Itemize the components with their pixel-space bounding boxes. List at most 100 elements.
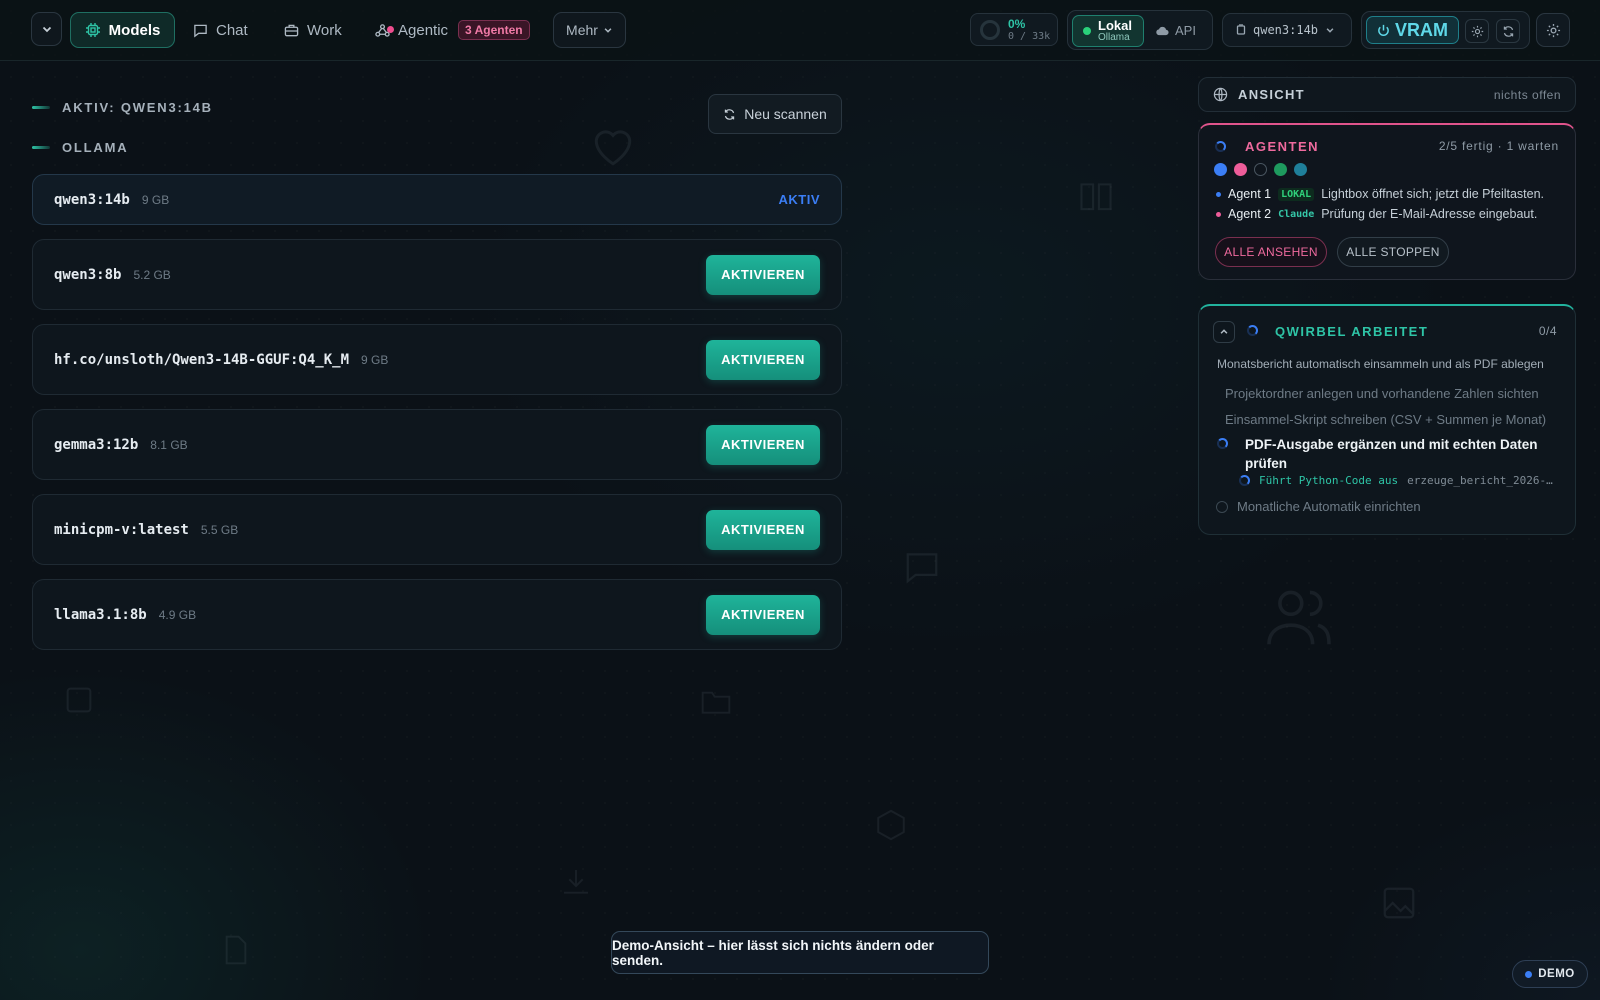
power-icon [1378,24,1389,36]
model-size: 8.1 GB [150,437,188,452]
top-bar: Models Chat Work Agentic 3 Agenten Mehr … [0,0,1600,61]
model-chip-icon [1236,24,1246,35]
gear-icon [1546,23,1560,37]
vram-settings-button[interactable] [1465,19,1489,43]
agent-name: Agent 1 [1228,187,1272,201]
rescan-button[interactable]: Neu scannen [708,94,842,134]
model-name: gemma3:12b [54,436,139,453]
refresh-icon [725,108,735,120]
step-spinner-icon [1217,438,1228,449]
tab-models-label: Models [108,21,161,39]
model-size: 9 GB [361,352,389,367]
chevron-up-icon [1220,329,1228,334]
chat-icon [194,24,207,37]
task-step-active: PDF-Ausgabe ergänzen und mit echten Date… [1245,437,1538,471]
vram-controls: VRAM [1361,11,1530,49]
current-action-file: erzeuge_bericht_2026-… [1407,474,1553,487]
agent-status-dot[interactable] [1294,163,1307,176]
model-select-value: qwen3:14b [1253,23,1319,37]
provider-heading: OLLAMA [32,140,128,155]
agent-message: Lightbox öffnet sich; jetzt die Pfeiltas… [1321,187,1545,201]
agent-bullet [1216,211,1221,217]
model-name: minicpm-v:latest [54,521,189,538]
model-name: qwen3:8b [54,266,122,283]
activate-button[interactable]: AKTIVIEREN [706,509,820,550]
stop-all-agents-button[interactable]: ALLE STOPPEN [1337,237,1449,267]
agent-row[interactable]: Agent 2 Claude Prüfung der E-Mail-Adress… [1216,207,1537,221]
chip-icon [85,23,100,37]
model-name: qwen3:14b [54,191,130,208]
mode-api-button[interactable]: API [1156,23,1196,38]
vram-refresh-button[interactable] [1496,19,1520,43]
tab-work-label: Work [307,21,342,39]
task-step: Einsammel-Skript schreiben (CSV + Summen… [1225,412,1547,427]
provider-heading-label: OLLAMA [62,140,129,155]
model-size: 5.5 GB [200,522,239,537]
activate-button[interactable]: AKTIVIEREN [706,339,820,380]
context-usage[interactable]: 0% 0 / 33k [970,13,1058,46]
agents-icon [375,23,394,38]
tab-chat[interactable]: Chat [193,12,248,48]
context-ring-icon [980,19,1000,40]
tab-agentic-label: Agentic [398,21,449,39]
action-spinner-icon [1239,475,1250,486]
model-select[interactable]: qwen3:14b [1222,13,1352,47]
agent-status-dot[interactable] [1214,163,1227,176]
agent-status-dot[interactable] [1234,163,1247,176]
mode-local-sub: Ollama [1098,31,1130,43]
activate-button[interactable]: AKTIVIEREN [706,424,820,465]
demo-toast: Demo-Ansicht – hier lässt sich nichts än… [611,931,989,974]
qwirbel-description: Monatsbericht automatisch einsammeln und… [1217,357,1544,371]
globe-icon [1213,87,1228,102]
context-percent: 0% [1008,16,1026,31]
agent-message: Prüfung der E-Mail-Adresse eingebaut. [1321,207,1538,221]
loading-spinner-icon [1215,141,1226,152]
agents-count-badge: 3 Agenten [458,20,530,40]
download-icon [560,866,592,898]
model-size: 9 GB [141,192,170,207]
qwirbel-progress-count: 0/4 [1538,324,1557,338]
mode-local-button[interactable]: Lokal Ollama [1072,15,1144,47]
agent-status-dots [1214,163,1307,176]
view-panel[interactable]: ANSICHT nichts offen [1198,77,1576,112]
current-action-label: Führt Python-Code aus [1259,474,1399,487]
heart-icon [587,122,639,168]
tab-agentic[interactable]: Agentic 3 Agenten [375,12,530,48]
frame-icon [62,683,96,717]
book-icon [1078,180,1114,212]
agents-panel: AGENTEN 2/5 fertig · 1 warten Agent 1 LO… [1198,123,1576,280]
settings-button[interactable] [1536,13,1570,47]
activate-button[interactable]: AKTIVIEREN [706,254,820,295]
more-label: Mehr [566,22,598,38]
model-size: 4.9 GB [158,607,197,622]
current-action: Führt Python-Code aus erzeuge_bericht_20… [1239,474,1553,487]
view-all-agents-button[interactable]: ALLE ANSEHEN [1215,237,1327,267]
status-dot [1083,27,1091,35]
vram-button[interactable]: VRAM [1366,16,1459,44]
active-model-heading-label: AKTIV: QWEN3:14B [62,100,213,115]
demo-badge[interactable]: DEMO [1512,960,1588,988]
model-name: llama3.1:8b [54,606,147,623]
agent-status-dot[interactable] [1274,163,1287,176]
collapse-button[interactable] [31,12,62,46]
model-card: llama3.1:8b 4.9 GB AKTIVIEREN [32,579,842,650]
task-step: Monatliche Automatik einrichten [1237,499,1421,514]
agent-status-dot[interactable] [1254,163,1267,176]
model-card-active[interactable]: qwen3:14b 9 GB AKTIV [32,174,842,225]
tab-models[interactable]: Models [70,12,175,48]
task-step: Projektordner anlegen und vorhandene Zah… [1225,386,1539,401]
qwirbel-panel: QWIRBEL ARBEITET 0/4 Monatsbericht autom… [1198,304,1576,535]
tab-work[interactable]: Work [284,12,342,48]
more-menu-button[interactable]: Mehr [553,12,626,48]
model-card: minicpm-v:latest 5.5 GB AKTIVIEREN [32,494,842,565]
model-size: 5.2 GB [133,267,171,282]
refresh-icon [1503,25,1513,37]
agents-status: 2/5 fertig · 1 warten [1438,139,1559,153]
collapse-panel-button[interactable] [1213,321,1235,343]
agent-name: Agent 2 [1228,207,1272,221]
folder-icon [700,688,732,716]
agent-row[interactable]: Agent 1 LOKAL Lightbox öffnet sich; jetz… [1216,187,1544,201]
activate-button[interactable]: AKTIVIEREN [706,594,820,635]
briefcase-icon [284,24,299,36]
notification-dot [387,25,394,33]
